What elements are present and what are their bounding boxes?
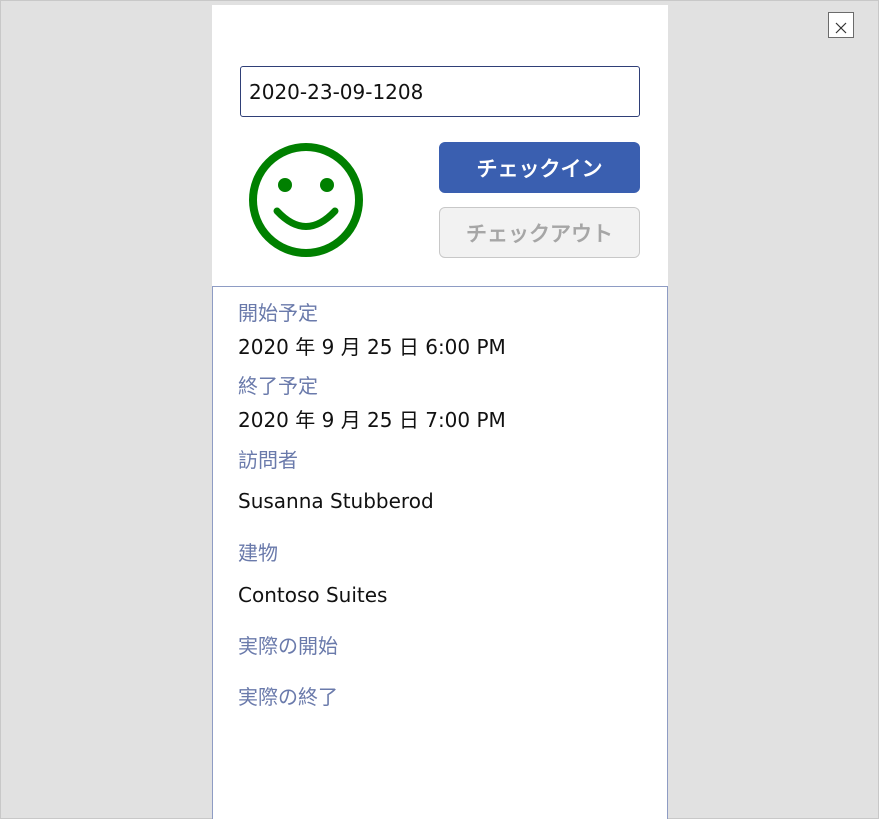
scheduled-start-value: 2020 年 9 月 25 日 6:00 PM: [238, 335, 506, 359]
visitor-label: 訪問者: [238, 448, 298, 472]
scheduled-end-value: 2020 年 9 月 25 日 7:00 PM: [238, 408, 506, 432]
checkin-button[interactable]: チェックイン: [439, 142, 640, 193]
scheduled-end-label: 終了予定: [238, 374, 318, 398]
close-icon: [835, 19, 847, 34]
actual-start-label: 実際の開始: [238, 634, 338, 658]
close-button[interactable]: [828, 12, 854, 38]
scheduled-start-label: 開始予定: [238, 301, 318, 325]
checkout-button: チェックアウト: [439, 207, 640, 258]
visit-details-panel: [212, 286, 668, 819]
building-value: Contoso Suites: [238, 583, 388, 607]
building-label: 建物: [238, 541, 278, 565]
checkout-button-label: チェックアウト: [466, 221, 613, 246]
actual-end-label: 実際の終了: [238, 685, 338, 709]
checkin-button-label: チェックイン: [476, 156, 603, 181]
visit-code-input[interactable]: [240, 66, 640, 117]
smiley-face-icon: [247, 142, 365, 260]
visitor-value: Susanna Stubberod: [238, 489, 434, 513]
